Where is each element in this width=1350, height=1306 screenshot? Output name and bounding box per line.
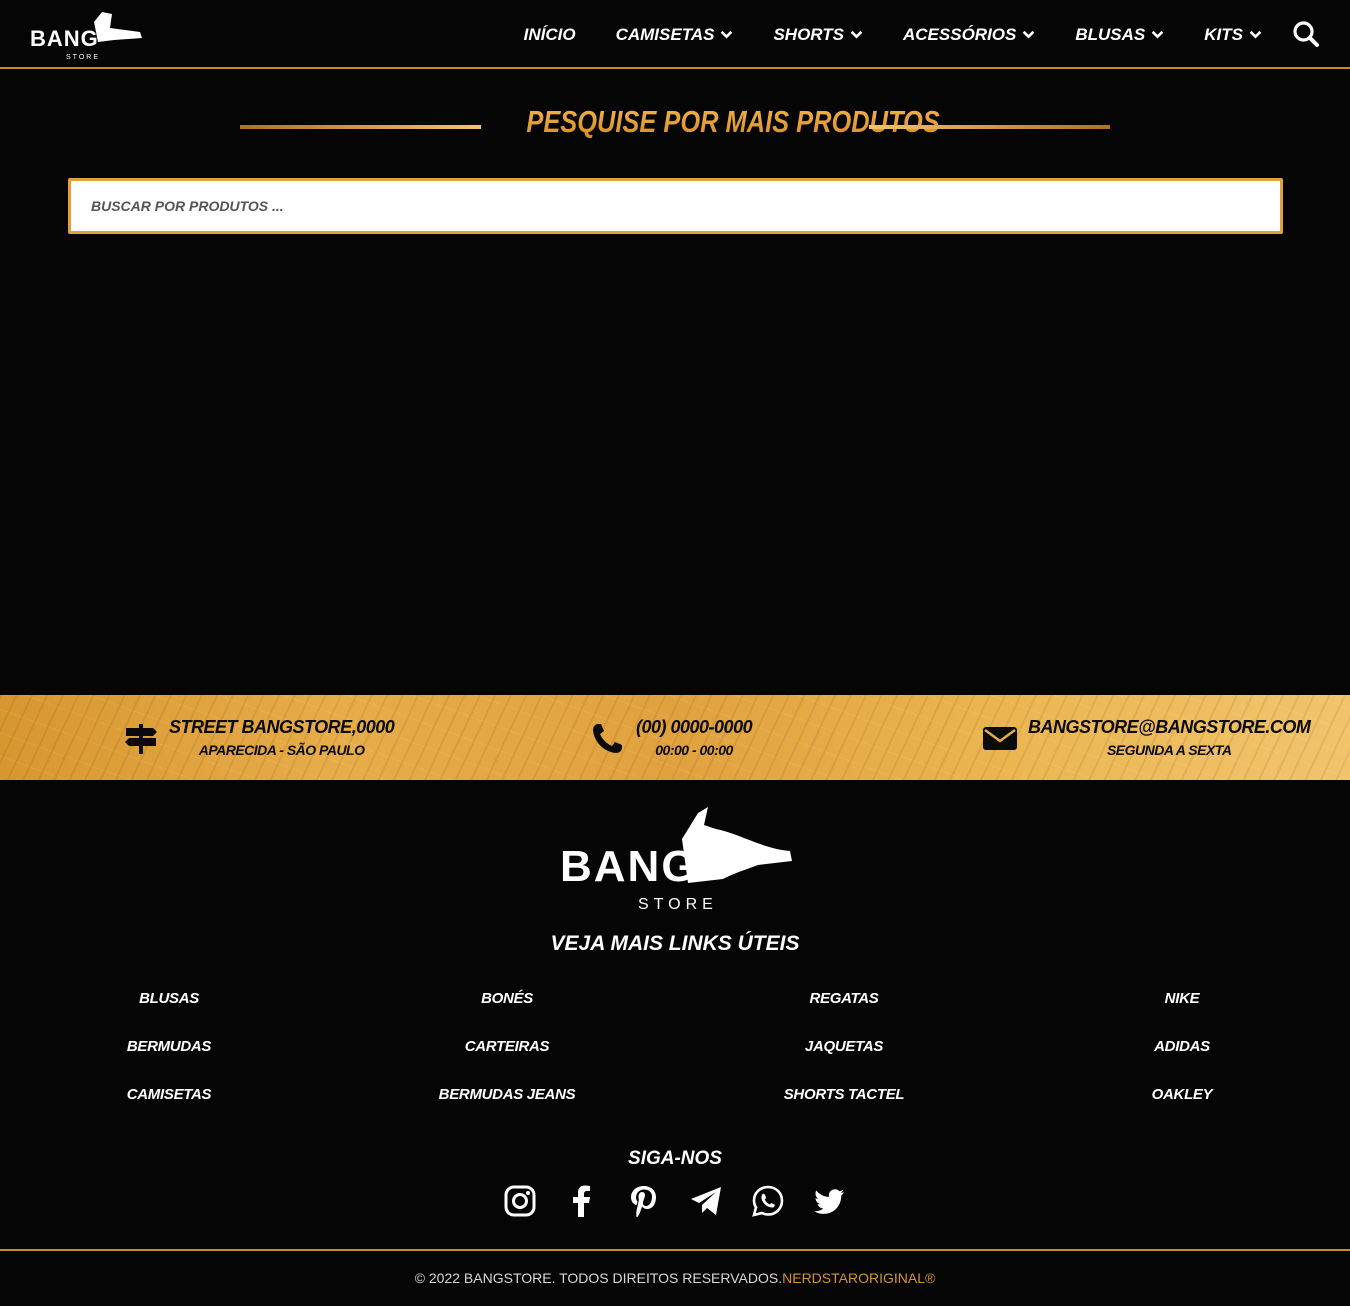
nav-item-inicio[interactable]: INÍCIO: [524, 25, 576, 45]
footer-link-bermudas-jeans[interactable]: BERMUDAS JEANS: [377, 1082, 637, 1130]
follow-us-title: SIGA-NOS: [628, 1148, 722, 1169]
footer-link-carteiras[interactable]: CARTEIRAS: [377, 1034, 637, 1082]
phone-number[interactable]: (00) 0000-0000: [636, 717, 753, 738]
page-title: PESQUISE POR MAIS PRODUTOS: [526, 104, 940, 139]
search-section-header: PESQUISE POR MAIS PRODUTOS: [0, 98, 1350, 154]
chevron-down-icon: [721, 30, 733, 39]
footer-link-column: BONÉS CARTEIRAS BERMUDAS JEANS: [377, 986, 637, 1130]
nav-label: SHORTS: [773, 24, 844, 44]
title-divider-right: [869, 125, 1110, 129]
nav-label: KITS: [1204, 24, 1243, 44]
chevron-down-icon: [1023, 30, 1035, 39]
email-days: SEGUNDA A SEXTA: [1106, 742, 1232, 758]
copyright-text: © 2022 BANGSTORE. TODOS DIREITOS RESERVA…: [414, 1270, 783, 1286]
nav-label: ACESSÓRIOS: [903, 24, 1017, 44]
address-line: STREET BANGSTORE,0000: [169, 717, 395, 737]
footer-bang-store-logo[interactable]: BANG STORE: [558, 803, 794, 913]
city-line: APARECIDA - SÃO PAULO: [198, 742, 365, 758]
contact-email: BANGSTORE@BANGSTORE.COM SEGUNDA A SEXTA: [982, 695, 1311, 780]
footer-link-bones[interactable]: BONÉS: [377, 986, 637, 1034]
footer-link-regatas[interactable]: REGATAS: [714, 986, 974, 1034]
footer-link-camisetas[interactable]: CAMISETAS: [39, 1082, 299, 1130]
footer-link-jaquetas[interactable]: JAQUETAS: [714, 1034, 974, 1082]
pinterest-icon[interactable]: [627, 1184, 661, 1218]
footer-link-bermudas[interactable]: BERMUDAS: [39, 1034, 299, 1082]
telegram-icon[interactable]: [689, 1184, 723, 1218]
footer-link-column: NIKE ADIDAS OAKLEY: [1052, 986, 1312, 1130]
title-divider-left: [240, 125, 481, 129]
chevron-down-icon: [1151, 30, 1164, 39]
signpost-icon: [125, 723, 157, 754]
nav-item-shorts[interactable]: SHORTS: [773, 25, 863, 45]
svg-text:STORE: STORE: [66, 54, 100, 61]
nav-item-acessorios[interactable]: ACESSÓRIOS: [903, 25, 1035, 45]
svg-text:BANG: BANG: [30, 26, 99, 51]
nav-item-camisetas[interactable]: CAMISETAS: [616, 25, 734, 45]
whatsapp-icon[interactable]: [751, 1184, 785, 1218]
footer-link-nike[interactable]: NIKE: [1052, 986, 1312, 1034]
site-header: BANG STORE INÍCIO CAMISETAS SHORTS ACESS…: [0, 0, 1350, 69]
copyright: © 2022 BANGSTORE. TODOS DIREITOS RESERVA…: [0, 1270, 1350, 1286]
footer-link-shorts-tactel[interactable]: SHORTS TACTEL: [714, 1082, 974, 1130]
social-links: [0, 1184, 1350, 1226]
search-icon[interactable]: [1292, 20, 1320, 48]
chevron-down-icon: [850, 30, 863, 39]
contact-phone: (00) 0000-0000 00:00 - 00:00: [590, 695, 753, 780]
contact-address: STREET BANGSTORE,0000 APARECIDA - SÃO PA…: [123, 695, 395, 780]
nav-item-blusas[interactable]: BLUSAS: [1075, 25, 1164, 45]
main-nav: INÍCIO CAMISETAS SHORTS ACESSÓRIOS BLUSA…: [484, 0, 1262, 69]
svg-text:STORE: STORE: [638, 896, 718, 913]
chevron-down-icon: [1249, 30, 1262, 39]
svg-text:BANG: BANG: [560, 842, 698, 891]
nav-label: CAMISETAS: [615, 24, 715, 44]
facebook-icon[interactable]: [565, 1184, 599, 1218]
phone-icon: [593, 723, 622, 753]
bang-store-logo[interactable]: BANG STORE: [28, 8, 144, 62]
email-address[interactable]: BANGSTORE@BANGSTORE.COM: [1028, 717, 1311, 738]
useful-links-title: VEJA MAIS LINKS ÚTEIS: [550, 932, 800, 955]
twitter-icon[interactable]: [813, 1184, 847, 1218]
footer-link-oakley[interactable]: OAKLEY: [1052, 1082, 1312, 1130]
footer-link-adidas[interactable]: ADIDAS: [1052, 1034, 1312, 1082]
nav-label: BLUSAS: [1075, 24, 1146, 44]
footer-link-blusas[interactable]: BLUSAS: [39, 986, 299, 1034]
footer-link-column: REGATAS JAQUETAS SHORTS TACTEL: [714, 986, 974, 1130]
nav-label: INÍCIO: [523, 24, 576, 44]
developer-link[interactable]: NERDSTARORIGINAL®: [782, 1270, 935, 1286]
footer-link-column: BLUSAS BERMUDAS CAMISETAS: [39, 986, 299, 1130]
nav-item-kits[interactable]: KITS: [1204, 25, 1262, 45]
contact-band: STREET BANGSTORE,0000 APARECIDA - SÃO PA…: [0, 695, 1350, 780]
phone-hours: 00:00 - 00:00: [655, 742, 733, 758]
search-input[interactable]: [68, 178, 1283, 234]
envelope-icon: [983, 726, 1017, 750]
footer-divider: [0, 1249, 1350, 1251]
instagram-icon[interactable]: [503, 1184, 537, 1218]
